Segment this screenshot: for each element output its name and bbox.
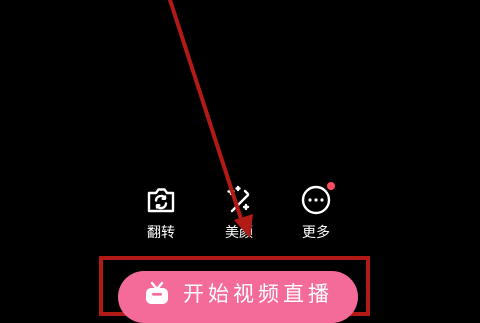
more-button[interactable]: 更多 [286, 182, 346, 242]
beauty-button[interactable]: 美颜 [209, 183, 269, 242]
magic-wand-icon [222, 183, 256, 217]
camera-flip-icon [144, 183, 178, 217]
start-live-label: 开始视频直播 [183, 282, 333, 306]
flip-label: 翻转 [147, 225, 175, 241]
start-live-button[interactable]: 开始视频直播 [118, 271, 358, 323]
annotation-arrow [168, 0, 253, 238]
more-label: 更多 [302, 225, 330, 241]
notification-dot [327, 182, 335, 190]
beauty-label: 美颜 [225, 225, 253, 241]
flip-camera-button[interactable]: 翻转 [131, 183, 191, 242]
tv-icon [146, 281, 168, 304]
more-icon [299, 182, 335, 217]
